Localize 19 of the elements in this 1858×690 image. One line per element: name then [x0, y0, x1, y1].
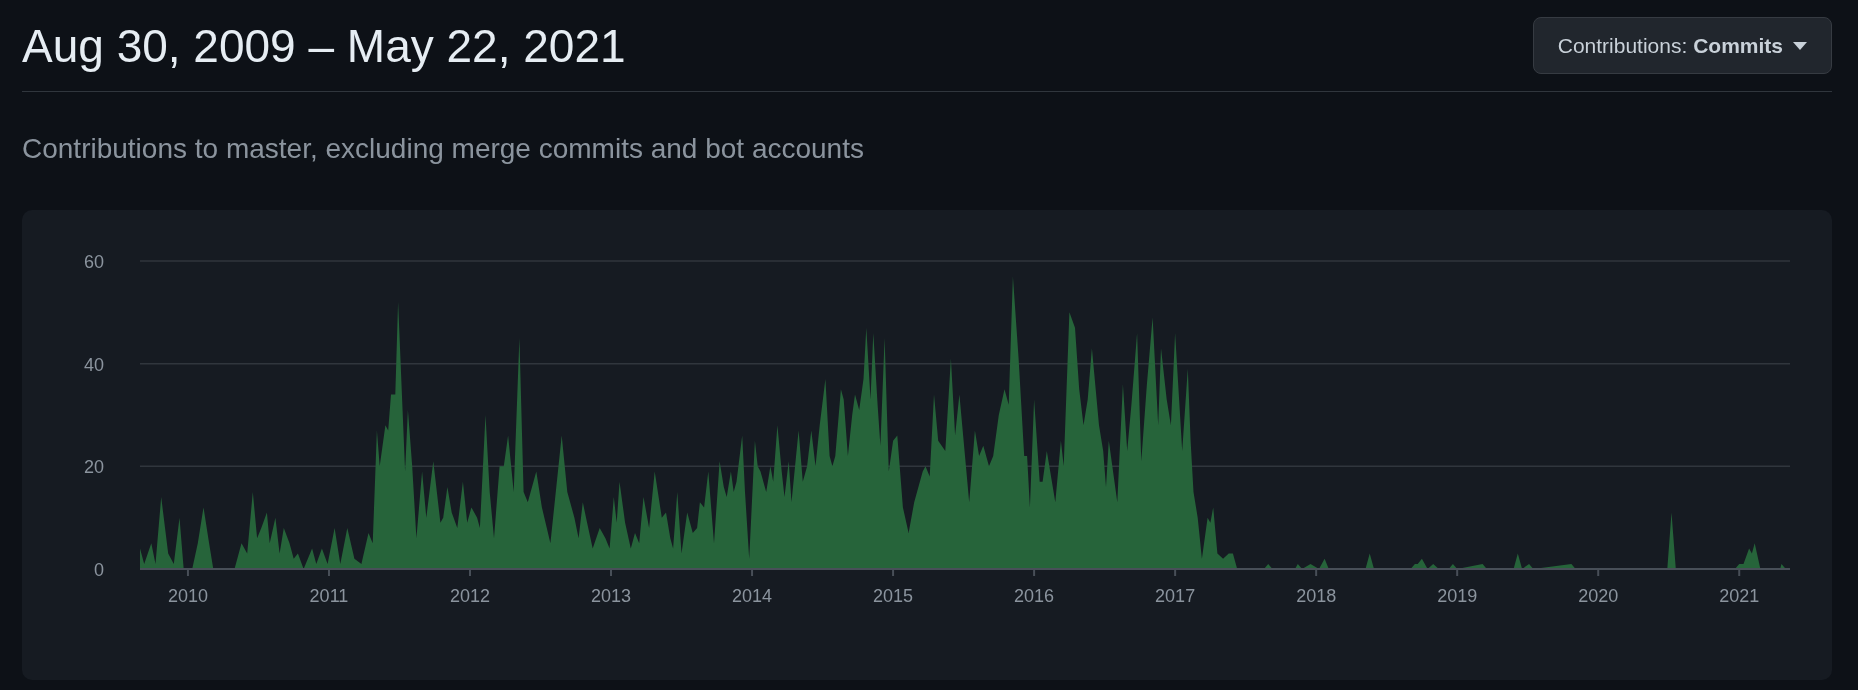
x-tick-label: 2021: [1719, 585, 1760, 606]
x-tick-label: 2016: [1014, 585, 1055, 606]
y-tick-label: 60: [83, 251, 104, 272]
y-tick-label: 20: [83, 456, 104, 477]
x-tick-label: 2017: [1155, 585, 1196, 606]
x-tick-label: 2020: [1578, 585, 1619, 606]
x-tick-label: 2013: [591, 585, 632, 606]
x-tick-label: 2014: [732, 585, 773, 606]
x-tick-label: 2015: [873, 585, 914, 606]
y-tick-label: 0: [94, 559, 104, 580]
caret-icon: [1793, 41, 1807, 50]
x-tick-label: 2011: [309, 585, 349, 606]
x-tick-label: 2019: [1437, 585, 1478, 606]
x-tick-label: 2010: [167, 585, 208, 606]
chart-description: Contributions to master, excluding merge commits and bot accounts: [22, 132, 865, 166]
x-tick-label: 2018: [1296, 585, 1337, 606]
contributions-dropdown[interactable]: Contributions: Commits: [1532, 16, 1832, 75]
x-tick-label: 2012: [450, 585, 490, 606]
y-tick-label: 40: [83, 354, 104, 375]
